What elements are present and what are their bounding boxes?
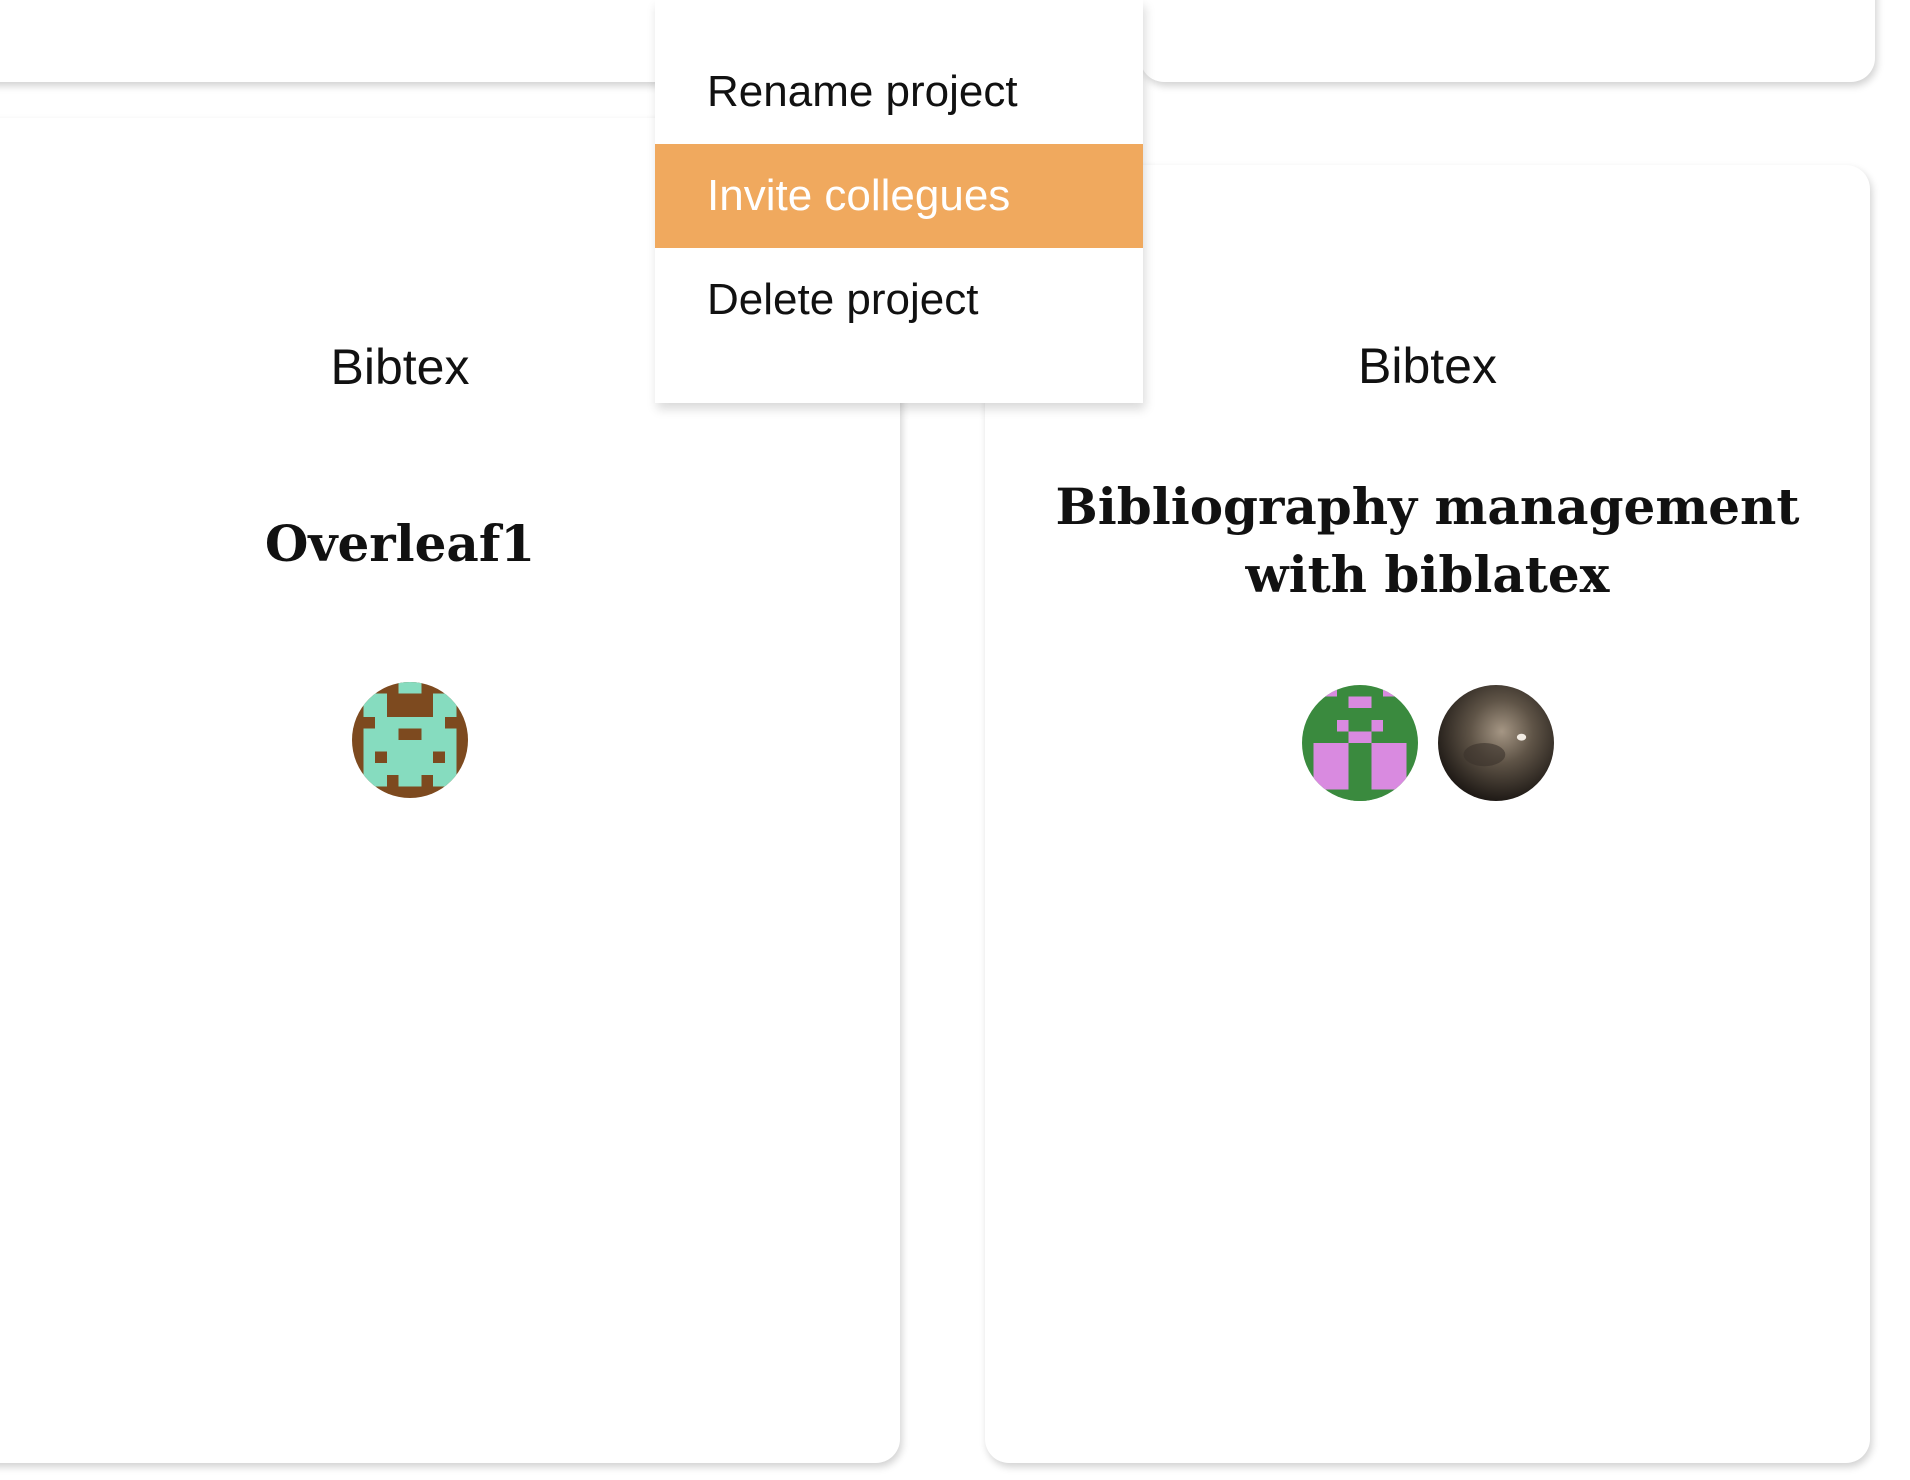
collaborator-avatars xyxy=(10,682,810,798)
project-card[interactable] xyxy=(1140,0,1875,82)
collaborator-avatars xyxy=(985,685,1870,801)
project-context-menu: Rename project Invite collegues Delete p… xyxy=(655,0,1143,403)
card-title-line: Bibliography management xyxy=(1055,477,1800,536)
user-avatar[interactable] xyxy=(1301,685,1418,801)
user-avatar[interactable] xyxy=(1437,685,1554,801)
invite-colleagues-menu-item[interactable]: Invite collegues xyxy=(655,144,1143,248)
card-title-line: with biblatex xyxy=(1245,545,1610,604)
project-grid: Bibtex Overleaf1 Bibtex Bibliography man… xyxy=(0,0,1910,1480)
card-title: Bibliography management with biblatex xyxy=(985,473,1870,609)
user-avatar[interactable] xyxy=(352,682,468,798)
rename-project-menu-item[interactable]: Rename project xyxy=(655,40,1143,144)
delete-project-menu-item[interactable]: Delete project xyxy=(655,248,1143,352)
card-title: Overleaf1 xyxy=(264,514,536,573)
